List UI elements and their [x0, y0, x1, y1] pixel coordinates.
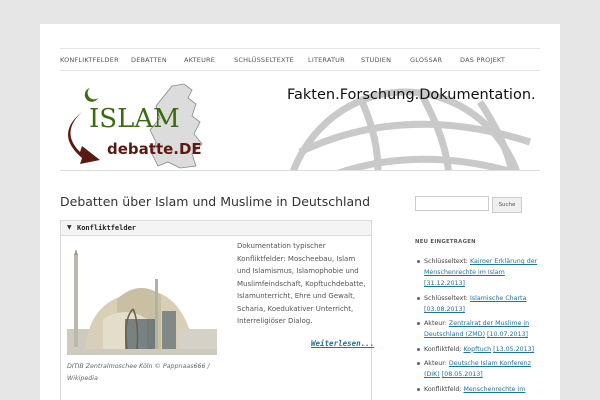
widget-description: Dokumentation typischer Konfliktfelder: …	[237, 242, 366, 325]
entry-link[interactable]: Menschenrechte im	[463, 386, 525, 393]
logo-text-debatte: debatte.DE	[107, 140, 202, 158]
nav-item-debatten[interactable]: DEBATTEN	[131, 56, 167, 64]
site-logo: ISLAM debatte.DE	[68, 83, 203, 169]
widget-header[interactable]: ▼ Konfliktfelder	[61, 221, 371, 236]
entry-date[interactable]: [08.05.2013]	[442, 371, 483, 378]
entry-date[interactable]: [31.12.2013]	[424, 280, 465, 287]
read-more-link[interactable]: Weiterlesen...	[311, 339, 374, 348]
nav-item-schluesseltexte[interactable]: SCHLÜSSELTEXTE	[234, 56, 294, 64]
entry-date[interactable]: [13.05.2013]	[493, 346, 534, 353]
list-item: Schlüsseltext: Islamische Charta [03.08.…	[417, 293, 544, 315]
list-item: Akteur: Zentralrat der Muslime in Deutsc…	[417, 318, 544, 340]
banner-tagline: Fakten.Forschung.Dokumentation.	[287, 87, 536, 103]
page-title: Debatten über Islam und Muslime in Deuts…	[60, 194, 371, 209]
main-navigation: KONFLIKTFELDER DEBATTEN AKTEURE SCHLÜSSE…	[60, 48, 540, 71]
entry-link[interactable]: Kopftuch	[463, 346, 491, 353]
search-button[interactable]: Suche	[492, 197, 522, 213]
entry-date[interactable]: [10.07.2013]	[487, 331, 528, 338]
entry-date[interactable]: [03.08.2013]	[424, 306, 465, 313]
widget-title: Konfliktfelder	[77, 224, 137, 232]
nav-item-literatur[interactable]: LITERATUR	[308, 56, 345, 64]
recent-entries-heading: NEU EINGETRAGEN	[415, 239, 476, 245]
list-item: Akteur: Deutsche Islam Konferenz (DIK) […	[417, 358, 544, 380]
list-item: Konfliktfeld: Menschenrechte im	[417, 384, 544, 395]
crescent-icon	[84, 88, 98, 102]
page-container: KONFLIKTFELDER DEBATTEN AKTEURE SCHLÜSSE…	[40, 24, 560, 400]
list-item: Konfliktfeld: Kopftuch [13.05.2013]	[417, 344, 544, 355]
konfliktfelder-widget: ▼ Konfliktfelder DITIB Zentralmoschee Kö…	[60, 220, 374, 400]
list-item: Schlüsseltext: Kairoer Erklärung der Men…	[417, 256, 544, 289]
nav-item-studien[interactable]: STUDIEN	[361, 56, 391, 64]
header-banner[interactable]: ISLAM debatte.DE Fakten.Forschung.Dokume…	[60, 82, 540, 171]
nav-item-glossar[interactable]: GLOSSAR	[410, 56, 442, 64]
recent-entries-list: Schlüsseltext: Kairoer Erklärung der Men…	[417, 256, 544, 398]
nav-item-akteure[interactable]: AKTEURE	[184, 56, 215, 64]
entry-link[interactable]: Islamische Charta	[470, 295, 526, 302]
search-input[interactable]	[415, 196, 489, 211]
logo-text-islam: ISLAM	[89, 104, 180, 134]
photo-caption: DITIB Zentralmoschee Köln © Pappnaas666 …	[67, 363, 210, 382]
nav-item-das-projekt[interactable]: DAS PROJEKT	[460, 56, 505, 64]
banner-divider	[60, 170, 540, 171]
nav-item-konfliktfelder[interactable]: KONFLIKTFELDER	[60, 56, 119, 64]
collapse-arrow-icon[interactable]: ▼	[67, 224, 72, 231]
mosque-photo	[67, 249, 217, 355]
